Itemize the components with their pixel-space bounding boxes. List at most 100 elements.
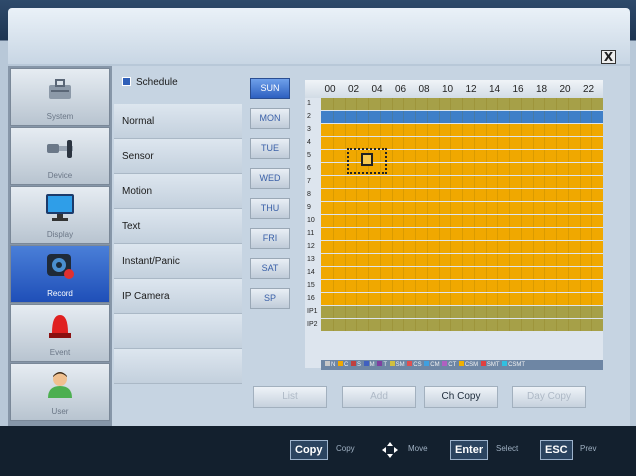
day-button-fri[interactable]: FRI [250,228,290,249]
grid-divider [344,150,346,162]
channel-row[interactable] [321,124,603,136]
day-button-sp[interactable]: SP [250,288,290,309]
grid-divider [556,215,557,227]
submenu-item[interactable]: Instant/Panic [114,244,242,279]
grid-divider [497,111,499,123]
day-button-tue[interactable]: TUE [250,138,290,159]
channel-row[interactable] [321,98,603,110]
grid-divider [579,124,581,136]
grid-divider [450,124,452,136]
hour-label: 10 [441,84,454,95]
sidebar-item-user[interactable]: User [10,363,110,421]
day-button-wed[interactable]: WED [250,168,290,189]
grid-divider [438,241,440,253]
grid-divider [332,215,334,227]
grid-divider [462,306,463,318]
channel-label: 15 [307,282,315,289]
channel-row[interactable] [321,319,603,331]
grid-divider [485,163,487,175]
grid-divider [532,98,534,110]
channel-row[interactable] [321,228,603,240]
channel-row[interactable] [321,254,603,266]
grid-divider [473,215,475,227]
grid-divider [462,293,463,305]
day-copy-button[interactable]: Day Copy [512,386,586,408]
grid-divider [379,228,381,240]
grid-divider [520,215,522,227]
sidebar-item-event[interactable]: Event [10,304,110,362]
legend-label: CT [448,362,458,368]
grid-divider [556,111,557,123]
grid-divider [379,241,381,253]
submenu-item[interactable]: Text [114,209,242,244]
day-button-thu[interactable]: THU [250,198,290,219]
sidebar-item-display[interactable]: Display [10,186,110,244]
channel-row[interactable] [321,202,603,214]
grid-divider [344,202,346,214]
grid-divider [532,189,534,201]
grid-divider [438,176,440,188]
channel-row[interactable] [321,241,603,253]
grid-divider [379,293,381,305]
day-button-mon[interactable]: MON [250,108,290,129]
grid-divider [344,319,346,331]
sidebar-item-system[interactable]: System [10,68,110,126]
channel-row[interactable] [321,267,603,279]
grid-divider [520,137,522,149]
channel-row[interactable] [321,293,603,305]
grid-divider [509,241,510,253]
ch-copy-button[interactable]: Ch Copy [424,386,498,408]
grid-divider [379,280,381,292]
grid-divider [391,124,393,136]
grid-divider [403,150,405,162]
grid-divider [426,189,428,201]
grid-divider [509,111,510,123]
channel-label: 2 [307,113,311,120]
submenu-item [114,314,242,349]
grid-divider [379,202,381,214]
hour-label: 06 [394,84,407,95]
submenu-header-schedule[interactable]: Schedule [114,72,242,107]
channel-row[interactable] [321,176,603,188]
grid-divider [473,111,475,123]
grid-divider [556,228,557,240]
add-button[interactable]: Add [342,386,416,408]
grid-divider [520,280,522,292]
channel-label: 14 [307,269,315,276]
sidebar-item-record[interactable]: Record [10,245,110,303]
channel-row[interactable] [321,306,603,318]
channel-row[interactable] [321,215,603,227]
grid-divider [567,319,569,331]
submenu-item[interactable]: IP Camera [114,279,242,314]
grid-divider [356,189,358,201]
grid-divider [332,306,334,318]
grid-divider [344,280,346,292]
grid-divider [426,215,428,227]
submenu-item[interactable]: Motion [114,174,242,209]
grid-divider [591,150,593,162]
close-button[interactable]: X [601,50,616,64]
channel-row[interactable] [321,280,603,292]
submenu-item[interactable]: Sensor [114,139,242,174]
grid-divider [520,124,522,136]
grid-divider [450,189,452,201]
day-button-sat[interactable]: SAT [250,258,290,279]
schedule-grid[interactable]: 00 02 04 06 08 10 12 14 16 18 20 22 N C S M T SM CS… [305,80,603,370]
day-button-sun[interactable]: SUN [250,78,290,99]
grid-divider [462,319,463,331]
grid-divider [368,202,369,214]
grid-divider [415,306,416,318]
sidebar: System Device Display Record Event User [8,66,112,426]
grid-divider [509,267,510,279]
grid-divider [462,176,463,188]
grid-divider [544,241,546,253]
grid-divider [344,98,346,110]
grid-divider [462,150,463,162]
channel-row[interactable] [321,189,603,201]
sidebar-item-device[interactable]: Device [10,127,110,185]
channel-row[interactable] [321,111,603,123]
grid-divider [544,202,546,214]
list-button[interactable]: List [253,386,327,408]
hour-label: 22 [582,84,595,95]
submenu-item[interactable]: Normal [114,104,242,139]
